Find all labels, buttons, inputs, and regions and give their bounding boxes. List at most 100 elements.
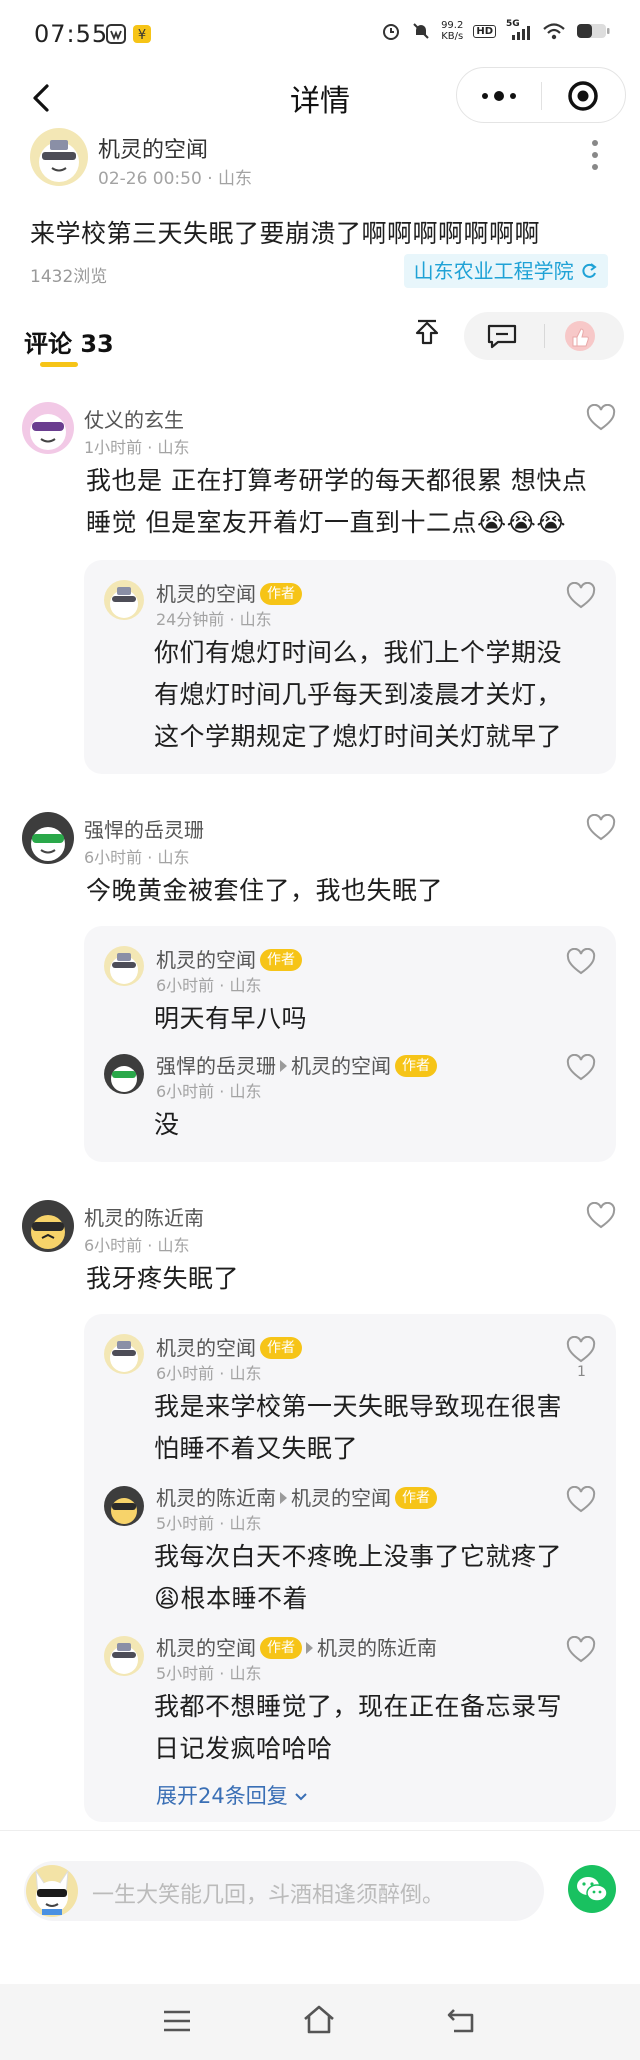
comment-text-line: 睡觉 但是室友开着灯一直到十二点😭😭😭 — [86, 508, 567, 537]
comments-title[interactable]: 评论 33 — [24, 324, 114, 359]
heart-icon[interactable] — [566, 1054, 596, 1082]
status-right: 99.2 KB/s HD 5G — [381, 19, 610, 42]
heart-icon[interactable] — [566, 1336, 596, 1364]
refresh-icon — [582, 263, 597, 278]
reply-avatar[interactable] — [104, 1486, 144, 1526]
system-nav-bar — [0, 1984, 640, 2060]
comment-input-bar: 一生大笑能几回，斗酒相逢须醉倒。 — [0, 1830, 640, 1960]
comment-author[interactable]: 仗义的玄生 — [84, 404, 184, 433]
hd-badge: HD — [473, 24, 496, 38]
reply-text-line: 你们有熄灯时间么，我们上个学期没 — [154, 638, 563, 667]
post-meta: 02-26 00:50 · 山东 — [98, 169, 253, 189]
post-more-icon[interactable] — [590, 138, 600, 172]
reply-meta: 24分钟前 · 山东 — [156, 610, 272, 629]
yuan-notify-icon: ¥ — [133, 25, 151, 43]
reply-avatar[interactable] — [104, 580, 144, 620]
app-notify-icon — [106, 24, 126, 44]
mute-icon — [413, 23, 429, 39]
heart-icon[interactable] — [586, 404, 616, 432]
wechat-icon — [577, 1877, 608, 1902]
comments-header: 评论 33 — [0, 310, 640, 370]
reply-avatar[interactable] — [104, 1334, 144, 1374]
reply-avatar[interactable] — [104, 1636, 144, 1676]
author-badge: 作者 — [395, 1055, 437, 1077]
reply-text-line: 明天有早八吗 — [154, 1004, 308, 1033]
reply-meta: 5小时前 · 山东 — [156, 1514, 262, 1533]
menu-icon[interactable] — [162, 2008, 192, 2034]
capsule-divider — [541, 82, 542, 110]
status-time: 07:55 — [34, 20, 109, 48]
heart-icon[interactable] — [586, 814, 616, 842]
reply-author: 机灵的陈近南 机灵的空闻 作者 — [156, 1482, 437, 1511]
reply-author: 机灵的空闻 作者 — [156, 578, 302, 607]
school-tag[interactable]: 山东农业工程学院 — [403, 254, 608, 288]
expand-replies-button[interactable]: 展开24条回复 — [156, 1780, 308, 1810]
comment-text-line: 我也是 正在打算考研学的每天都很累 想快点 — [86, 466, 588, 495]
chevron-down-icon — [295, 1793, 308, 1801]
reply-box: 机灵的空闻 作者 6小时前 · 山东 明天有早八吗 强悍的岳灵珊 机灵的空闻 作者 6… — [84, 926, 616, 1162]
reply-text-line: 怕睡不着又失眠了 — [154, 1434, 359, 1463]
more-icon[interactable] — [479, 82, 519, 110]
reply-meta: 6小时前 · 山东 — [156, 1364, 262, 1383]
target-icon[interactable] — [567, 80, 599, 112]
my-avatar — [26, 1865, 78, 1917]
comment-input[interactable]: 一生大笑能几回，斗酒相逢须醉倒。 — [24, 1861, 544, 1921]
heart-icon[interactable] — [566, 1486, 596, 1514]
comment-meta: 1小时前 · 山东 — [84, 438, 190, 457]
reply-text-line: 没 — [154, 1110, 180, 1139]
comment-avatar[interactable] — [22, 1200, 74, 1252]
reply-avatar[interactable] — [104, 1054, 144, 1094]
reply-author: 机灵的空闻 作者 — [156, 944, 302, 973]
like-count: 1 — [577, 1364, 586, 1380]
input-placeholder: 一生大笑能几回，斗酒相逢须醉倒。 — [92, 1883, 445, 1908]
reply-text-line: 我都不想睡觉了，现在正在备忘录写 — [154, 1692, 563, 1721]
reply-avatar[interactable] — [104, 946, 144, 986]
comment-icon[interactable] — [486, 322, 518, 350]
reply-author: 强悍的岳灵珊 机灵的空闻 作者 — [156, 1050, 437, 1079]
heart-icon[interactable] — [586, 1202, 616, 1230]
wifi-icon — [543, 23, 565, 40]
post-author-name[interactable]: 机灵的空闻 — [98, 132, 208, 164]
heart-icon[interactable] — [566, 1636, 596, 1664]
reply-meta: 6小时前 · 山东 — [156, 976, 262, 995]
wechat-share-button[interactable] — [568, 1865, 616, 1913]
reply-author: 机灵的空闻 作者 机灵的陈近南 — [156, 1636, 437, 1660]
thumb-icon[interactable] — [562, 320, 598, 352]
author-badge: 作者 — [395, 1487, 437, 1509]
reply-arrow-icon — [306, 1642, 313, 1654]
post-location: 山东 — [218, 169, 253, 189]
signal-icon: 5G — [506, 19, 532, 41]
author-badge: 作者 — [260, 949, 302, 971]
comment-author[interactable]: 强悍的岳灵珊 — [84, 814, 204, 843]
reply-box: 机灵的空闻 作者 6小时前 · 山东 1 我是来学校第一天失眠导致现在很害 怕睡不… — [84, 1314, 616, 1822]
net-speed: 99.2 KB/s — [441, 20, 464, 42]
share-up-icon[interactable] — [412, 318, 442, 348]
reply-box: 机灵的空闻 作者 24分钟前 · 山东 你们有熄灯时间么，我们上个学期没 有熄灯时… — [84, 560, 616, 774]
status-bar: 07:55 ¥ 99.2 KB/s HD 5G — [0, 0, 640, 70]
reply-text-line: 我每次白天不疼晚上没事了它就疼了 — [154, 1542, 563, 1571]
reply-text-line: 日记发疯哈哈哈 — [154, 1734, 333, 1763]
mini-program-capsule — [456, 67, 626, 123]
view-count: 1432浏览 — [30, 267, 108, 287]
post-author-avatar[interactable] — [30, 128, 88, 186]
comment-avatar[interactable] — [22, 402, 74, 454]
reply-text-line: 有熄灯时间几乎每天到凌晨才关灯， — [154, 680, 563, 709]
heart-icon[interactable] — [566, 582, 596, 610]
return-icon[interactable] — [446, 2006, 478, 2034]
comment-author[interactable]: 机灵的陈近南 — [84, 1202, 204, 1231]
comment-meta: 6小时前 · 山东 — [84, 1236, 190, 1255]
home-icon[interactable] — [302, 2004, 336, 2036]
comment-meta: 6小时前 · 山东 — [84, 848, 190, 867]
svg-text:¥: ¥ — [138, 28, 146, 43]
reply-text-line: 我是来学校第一天失眠导致现在很害 — [154, 1392, 563, 1421]
comment-text-line: 我牙疼失眠了 — [86, 1264, 240, 1293]
author-badge: 作者 — [260, 1337, 302, 1359]
reply-arrow-icon — [280, 1492, 287, 1504]
heart-icon[interactable] — [566, 948, 596, 976]
reply-text-line: 😩根本睡不着 — [154, 1584, 309, 1613]
author-badge: 作者 — [260, 1637, 302, 1659]
reply-author: 机灵的空闻 作者 — [156, 1332, 302, 1361]
pill-divider — [544, 324, 545, 348]
reply-meta: 5小时前 · 山东 — [156, 1664, 262, 1683]
comment-avatar[interactable] — [22, 812, 74, 864]
